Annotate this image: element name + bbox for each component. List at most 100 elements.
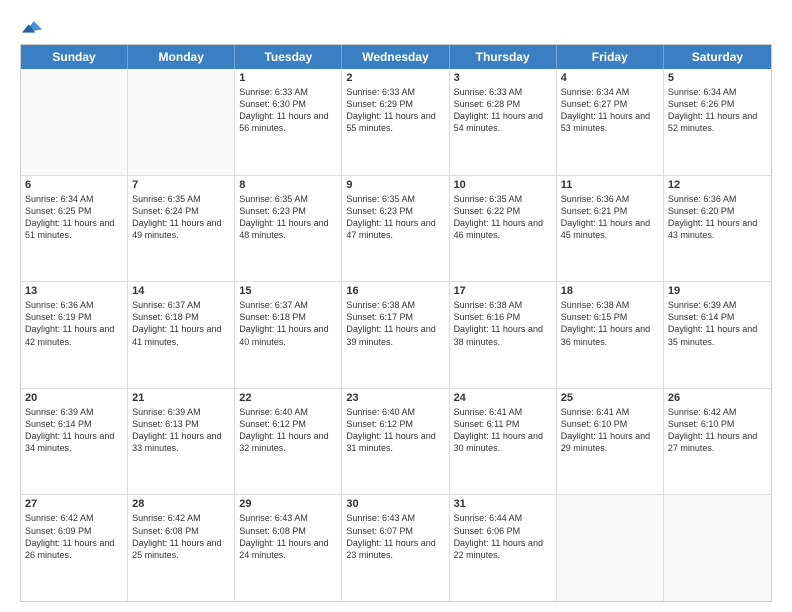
table-row: 23 Sunrise: 6:40 AM Sunset: 6:12 PM Dayli…	[342, 389, 449, 495]
day-info: Sunrise: 6:42 AM Sunset: 6:09 PM Dayligh…	[25, 512, 123, 561]
day-number: 22	[239, 392, 337, 404]
day-number: 4	[561, 72, 659, 84]
day-info: Sunrise: 6:42 AM Sunset: 6:08 PM Dayligh…	[132, 512, 230, 561]
day-info: Sunrise: 6:34 AM Sunset: 6:26 PM Dayligh…	[668, 86, 767, 135]
table-row: 22 Sunrise: 6:40 AM Sunset: 6:12 PM Dayli…	[235, 389, 342, 495]
day-number: 2	[346, 72, 444, 84]
day-info: Sunrise: 6:38 AM Sunset: 6:16 PM Dayligh…	[454, 299, 552, 348]
table-row: 19 Sunrise: 6:39 AM Sunset: 6:14 PM Dayli…	[664, 282, 771, 388]
day-number: 26	[668, 392, 767, 404]
table-row: 25 Sunrise: 6:41 AM Sunset: 6:10 PM Dayli…	[557, 389, 664, 495]
day-number: 29	[239, 498, 337, 510]
header-friday: Friday	[557, 45, 664, 69]
day-number: 25	[561, 392, 659, 404]
day-info: Sunrise: 6:33 AM Sunset: 6:29 PM Dayligh…	[346, 86, 444, 135]
table-row: 12 Sunrise: 6:36 AM Sunset: 6:20 PM Dayli…	[664, 176, 771, 282]
day-info: Sunrise: 6:38 AM Sunset: 6:17 PM Dayligh…	[346, 299, 444, 348]
day-number: 21	[132, 392, 230, 404]
day-info: Sunrise: 6:43 AM Sunset: 6:08 PM Dayligh…	[239, 512, 337, 561]
day-info: Sunrise: 6:41 AM Sunset: 6:10 PM Dayligh…	[561, 406, 659, 455]
calendar-row-2: 6 Sunrise: 6:34 AM Sunset: 6:25 PM Daylig…	[21, 176, 771, 283]
table-row: 17 Sunrise: 6:38 AM Sunset: 6:16 PM Dayli…	[450, 282, 557, 388]
table-row: 5 Sunrise: 6:34 AM Sunset: 6:26 PM Daylig…	[664, 69, 771, 175]
day-number: 7	[132, 179, 230, 191]
header-tuesday: Tuesday	[235, 45, 342, 69]
day-number: 27	[25, 498, 123, 510]
day-number: 13	[25, 285, 123, 297]
logo	[20, 16, 42, 36]
day-number: 16	[346, 285, 444, 297]
table-row: 30 Sunrise: 6:43 AM Sunset: 6:07 PM Dayli…	[342, 495, 449, 601]
day-number: 1	[239, 72, 337, 84]
day-number: 6	[25, 179, 123, 191]
day-info: Sunrise: 6:35 AM Sunset: 6:23 PM Dayligh…	[346, 193, 444, 242]
header-monday: Monday	[128, 45, 235, 69]
header-wednesday: Wednesday	[342, 45, 449, 69]
table-row: 24 Sunrise: 6:41 AM Sunset: 6:11 PM Dayli…	[450, 389, 557, 495]
day-number: 15	[239, 285, 337, 297]
table-row	[21, 69, 128, 175]
day-info: Sunrise: 6:39 AM Sunset: 6:14 PM Dayligh…	[668, 299, 767, 348]
table-row: 2 Sunrise: 6:33 AM Sunset: 6:29 PM Daylig…	[342, 69, 449, 175]
day-number: 28	[132, 498, 230, 510]
calendar-row-3: 13 Sunrise: 6:36 AM Sunset: 6:19 PM Dayli…	[21, 282, 771, 389]
page: Sunday Monday Tuesday Wednesday Thursday…	[0, 0, 792, 612]
day-info: Sunrise: 6:39 AM Sunset: 6:13 PM Dayligh…	[132, 406, 230, 455]
table-row: 28 Sunrise: 6:42 AM Sunset: 6:08 PM Dayli…	[128, 495, 235, 601]
table-row: 7 Sunrise: 6:35 AM Sunset: 6:24 PM Daylig…	[128, 176, 235, 282]
day-number: 31	[454, 498, 552, 510]
calendar: Sunday Monday Tuesday Wednesday Thursday…	[20, 44, 772, 602]
table-row: 11Sunrise: 6:36 AM Sunset: 6:21 PM Dayli…	[557, 176, 664, 282]
table-row: 4 Sunrise: 6:34 AM Sunset: 6:27 PM Daylig…	[557, 69, 664, 175]
table-row: 9Sunrise: 6:35 AM Sunset: 6:23 PM Daylig…	[342, 176, 449, 282]
table-row: 14Sunrise: 6:37 AM Sunset: 6:18 PM Dayli…	[128, 282, 235, 388]
day-info: Sunrise: 6:34 AM Sunset: 6:27 PM Dayligh…	[561, 86, 659, 135]
table-row: 15Sunrise: 6:37 AM Sunset: 6:18 PM Dayli…	[235, 282, 342, 388]
day-number: 10	[454, 179, 552, 191]
table-row: 3 Sunrise: 6:33 AM Sunset: 6:28 PM Daylig…	[450, 69, 557, 175]
day-number: 30	[346, 498, 444, 510]
header-saturday: Saturday	[664, 45, 771, 69]
calendar-header: Sunday Monday Tuesday Wednesday Thursday…	[21, 45, 771, 69]
day-number: 5	[668, 72, 767, 84]
header-sunday: Sunday	[21, 45, 128, 69]
day-info: Sunrise: 6:36 AM Sunset: 6:20 PM Dayligh…	[668, 193, 767, 242]
day-number: 23	[346, 392, 444, 404]
day-info: Sunrise: 6:33 AM Sunset: 6:30 PM Dayligh…	[239, 86, 337, 135]
day-info: Sunrise: 6:33 AM Sunset: 6:28 PM Dayligh…	[454, 86, 552, 135]
table-row: 13 Sunrise: 6:36 AM Sunset: 6:19 PM Dayli…	[21, 282, 128, 388]
day-info: Sunrise: 6:36 AM Sunset: 6:21 PM Dayligh…	[561, 193, 659, 242]
day-info: Sunrise: 6:41 AM Sunset: 6:11 PM Dayligh…	[454, 406, 552, 455]
table-row: 10 Sunrise: 6:35 AM Sunset: 6:22 PM Dayli…	[450, 176, 557, 282]
day-info: Sunrise: 6:40 AM Sunset: 6:12 PM Dayligh…	[346, 406, 444, 455]
day-number: 17	[454, 285, 552, 297]
day-info: Sunrise: 6:36 AM Sunset: 6:19 PM Dayligh…	[25, 299, 123, 348]
day-number: 24	[454, 392, 552, 404]
day-info: Sunrise: 6:39 AM Sunset: 6:14 PM Dayligh…	[25, 406, 123, 455]
table-row: 31Sunrise: 6:44 AM Sunset: 6:06 PM Dayli…	[450, 495, 557, 601]
day-number: 12	[668, 179, 767, 191]
day-info: Sunrise: 6:42 AM Sunset: 6:10 PM Dayligh…	[668, 406, 767, 455]
day-info: Sunrise: 6:38 AM Sunset: 6:15 PM Dayligh…	[561, 299, 659, 348]
table-row: 1 Sunrise: 6:33 AM Sunset: 6:30 PM Daylig…	[235, 69, 342, 175]
day-info: Sunrise: 6:35 AM Sunset: 6:23 PM Dayligh…	[239, 193, 337, 242]
header-thursday: Thursday	[450, 45, 557, 69]
table-row: 26 Sunrise: 6:42 AM Sunset: 6:10 PM Dayli…	[664, 389, 771, 495]
table-row: 18Sunrise: 6:38 AM Sunset: 6:15 PM Dayli…	[557, 282, 664, 388]
header	[20, 16, 772, 36]
day-number: 19	[668, 285, 767, 297]
day-number: 3	[454, 72, 552, 84]
day-info: Sunrise: 6:43 AM Sunset: 6:07 PM Dayligh…	[346, 512, 444, 561]
table-row: 20Sunrise: 6:39 AM Sunset: 6:14 PM Dayli…	[21, 389, 128, 495]
table-row	[128, 69, 235, 175]
day-info: Sunrise: 6:35 AM Sunset: 6:24 PM Dayligh…	[132, 193, 230, 242]
table-row: 29 Sunrise: 6:43 AM Sunset: 6:08 PM Dayli…	[235, 495, 342, 601]
day-info: Sunrise: 6:34 AM Sunset: 6:25 PM Dayligh…	[25, 193, 123, 242]
day-number: 8	[239, 179, 337, 191]
logo-icon	[22, 16, 42, 36]
table-row: 16 Sunrise: 6:38 AM Sunset: 6:17 PM Dayli…	[342, 282, 449, 388]
table-row: 6 Sunrise: 6:34 AM Sunset: 6:25 PM Daylig…	[21, 176, 128, 282]
day-info: Sunrise: 6:40 AM Sunset: 6:12 PM Dayligh…	[239, 406, 337, 455]
day-info: Sunrise: 6:35 AM Sunset: 6:22 PM Dayligh…	[454, 193, 552, 242]
calendar-row-5: 27 Sunrise: 6:42 AM Sunset: 6:09 PM Dayli…	[21, 495, 771, 601]
